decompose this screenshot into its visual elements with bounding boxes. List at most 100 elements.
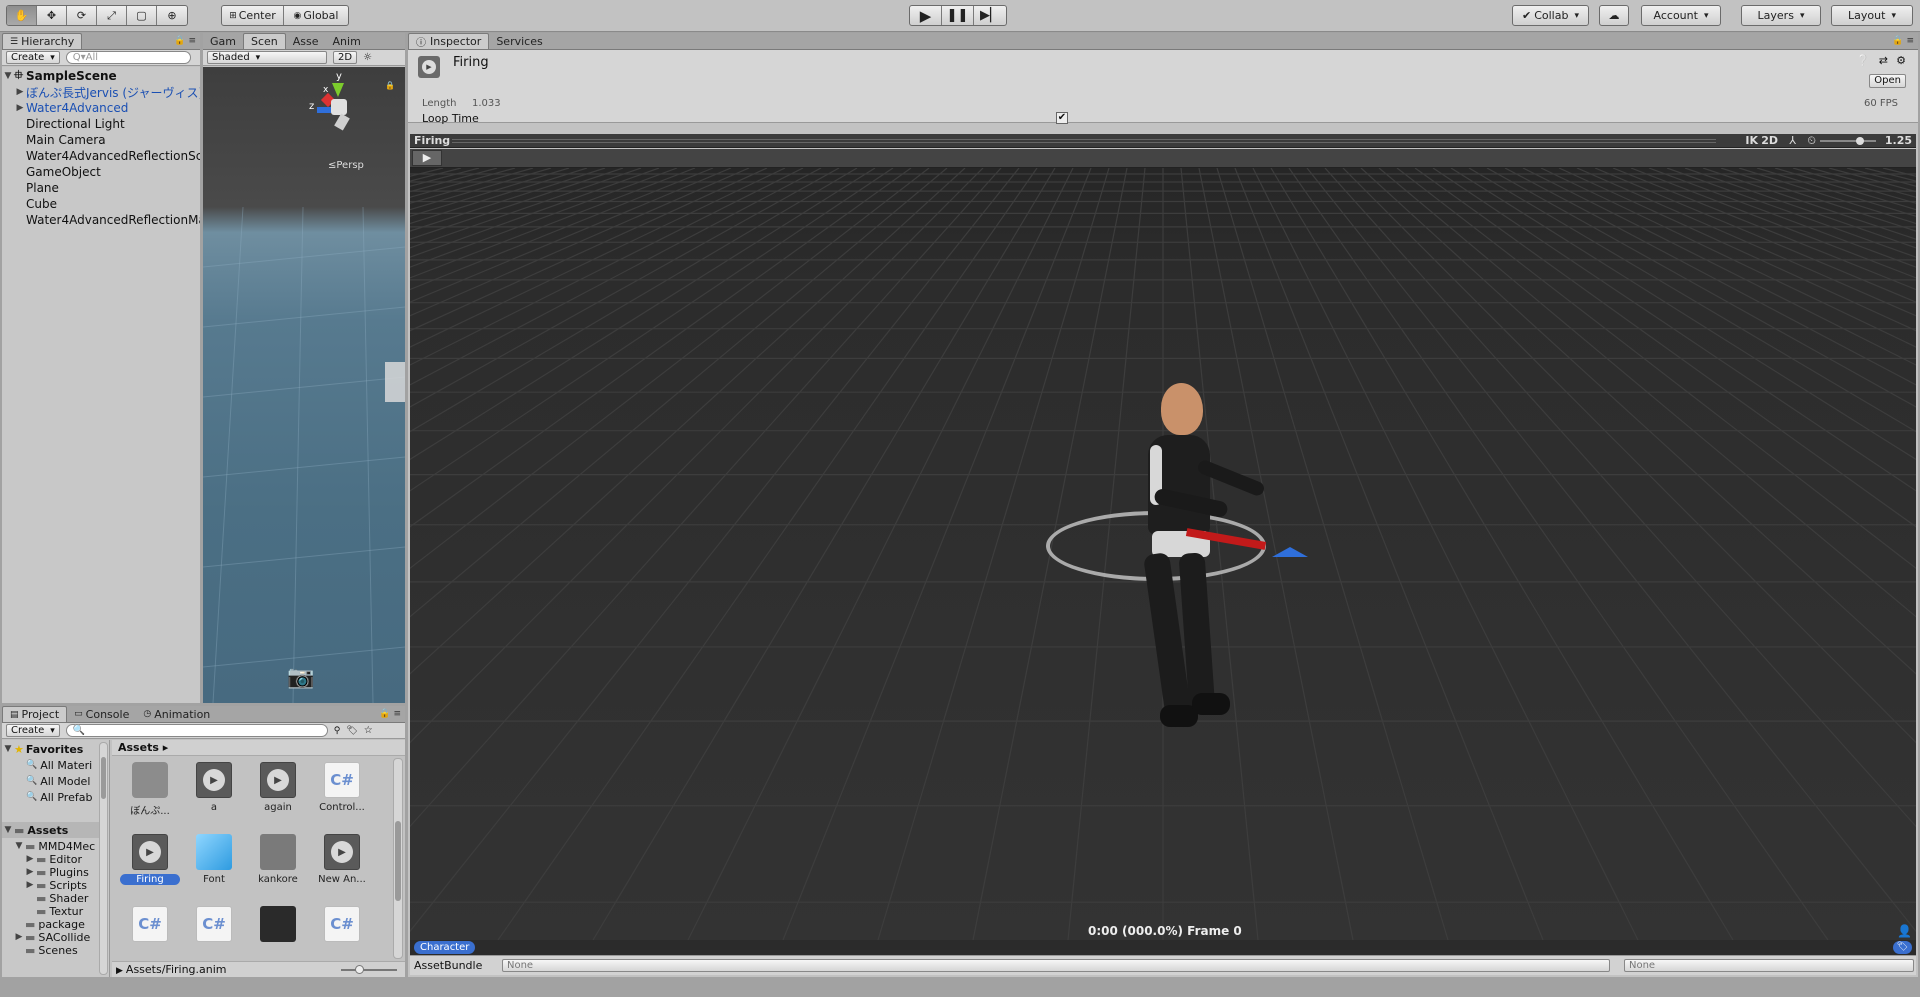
asset-item[interactable]: Font (184, 834, 244, 885)
tab-inspector[interactable]: ⓘ Inspector (408, 33, 490, 49)
hierarchy-item[interactable]: Directional Light (2, 116, 125, 132)
filter-label-icon[interactable]: 🏷 (346, 726, 357, 736)
favorites-row[interactable]: ▼ ★ Favorites (2, 741, 84, 757)
pivot-icon[interactable]: ⅄ (1789, 134, 1796, 147)
rotate-tool-button[interactable]: ⟳ (67, 6, 97, 25)
hierarchy-item[interactable]: Water4AdvancedReflectionSc (2, 148, 200, 164)
favorites-item[interactable]: 🔍 All Materi (2, 757, 92, 773)
icon-size-slider-thumb[interactable] (355, 965, 364, 974)
asset-item[interactable]: ▶ a (184, 762, 244, 813)
speed-slider[interactable] (1820, 137, 1876, 145)
project-search-input[interactable]: 🔍 (65, 724, 328, 737)
expand-triangle-icon[interactable]: ▶ (24, 854, 36, 864)
scene-row[interactable]: ▼ ⯐ SampleScene (2, 68, 117, 84)
open-button[interactable]: Open (1869, 74, 1906, 88)
breadcrumb-assets[interactable]: Assets ▸ (118, 741, 168, 754)
2d-toggle[interactable]: 2D (333, 51, 358, 64)
tab-console[interactable]: ▭ Console (67, 706, 136, 722)
tree-scrollbar-thumb[interactable] (101, 757, 106, 799)
tab-scene[interactable]: Scen (242, 33, 286, 49)
pause-button[interactable]: ❚❚ (942, 6, 974, 25)
pivot-global-button[interactable]: ◉ Global (284, 6, 348, 25)
tab-hierarchy[interactable]: ☰ Hierarchy (2, 33, 83, 49)
scale-tool-button[interactable]: ⤢ (97, 6, 127, 25)
cloud-button[interactable]: ☁ (1600, 6, 1628, 25)
transform-tool-button[interactable]: ⊕ (157, 6, 187, 25)
tab-services[interactable]: Services (489, 33, 549, 49)
rect-tool-button[interactable]: ▢ (127, 6, 157, 25)
panel-menu-icon[interactable]: 🔒 ≡ (174, 36, 196, 46)
scene-viewport[interactable]: y x z 🔒 ≤Persp 📷 (203, 67, 405, 703)
animation-preview-viewport[interactable]: 0:00 (000.0%) Frame 0 👤 (410, 168, 1916, 940)
asset-item[interactable]: C# (120, 906, 180, 946)
gear-icon[interactable]: ⚙ (1896, 54, 1906, 67)
asset-item[interactable]: ▶ New An... (312, 834, 372, 885)
asset-folder-row[interactable]: ▬ Scenes (2, 942, 78, 958)
persp-label[interactable]: ≤Persp (328, 160, 364, 171)
project-panel-menu-icon[interactable]: 🔒 ≡ (379, 709, 401, 719)
ik-toggle[interactable]: IK (1745, 134, 1758, 147)
icon-size-slider[interactable] (341, 965, 397, 974)
tree-scrollbar[interactable] (99, 742, 108, 975)
hierarchy-item[interactable]: Water4AdvancedReflectionMa (2, 212, 200, 228)
hierarchy-item[interactable]: Plane (2, 180, 59, 196)
expand-triangle-icon[interactable]: ▶ (14, 87, 26, 97)
layout-dropdown[interactable]: Layout (1832, 6, 1912, 25)
hierarchy-create-button[interactable]: Create (6, 51, 60, 64)
favorites-item[interactable]: 🔍 All Prefab (2, 789, 92, 805)
help-icon[interactable]: ❔ (1856, 54, 1870, 67)
assetbundle-name-dropdown[interactable]: None (502, 959, 1610, 972)
preview-drag-bar[interactable] (452, 139, 1716, 143)
expand-triangle-icon[interactable]: ▶ (13, 932, 25, 942)
expand-triangle-icon[interactable]: ▼ (2, 744, 14, 754)
account-dropdown[interactable]: Account (1642, 6, 1720, 25)
camera-icon[interactable]: 📷 (287, 665, 314, 690)
sun-icon[interactable]: ☼ (363, 52, 372, 63)
hierarchy-item[interactable]: GameObject (2, 164, 101, 180)
asset-item[interactable]: ▶ again (248, 762, 308, 813)
grid-scrollbar[interactable] (393, 758, 403, 959)
hierarchy-search-input[interactable]: Q▾All (65, 51, 191, 64)
avatar-icon[interactable]: 👤 (1897, 924, 1912, 938)
scene-gizmo[interactable]: y x z (299, 71, 369, 141)
favorites-item[interactable]: 🔍 All Model (2, 773, 90, 789)
shading-mode-dropdown[interactable]: Shaded (207, 51, 327, 64)
tab-game[interactable]: Gam (203, 33, 243, 49)
inspector-panel-menu-icon[interactable]: 🔒 ≡ (1892, 36, 1914, 46)
character-model[interactable] (1046, 383, 1308, 823)
label-tag-icon[interactable]: 🏷 (1892, 941, 1912, 954)
asset-item[interactable]: ▶ Firing (120, 834, 180, 885)
loop-time-checkbox[interactable]: ✔ (1056, 112, 1068, 124)
expand-triangle-icon[interactable]: ▶ (24, 880, 36, 890)
asset-item[interactable]: C# (184, 906, 244, 946)
asset-item[interactable]: C# Control... (312, 762, 372, 813)
asset-item[interactable]: ぼんぷ... (120, 762, 180, 817)
tab-project[interactable]: ▤ Project (2, 706, 68, 722)
hierarchy-item[interactable]: ▶ Water4Advanced (2, 100, 129, 116)
preset-icon[interactable]: ⇄ (1879, 54, 1888, 67)
hand-tool-button[interactable]: ✋ (7, 6, 37, 25)
preview-play-button[interactable]: ▶ (412, 150, 442, 166)
expand-triangle-icon[interactable]: ▶ (14, 103, 26, 113)
asset-item[interactable] (248, 906, 308, 946)
project-create-button[interactable]: Create (6, 724, 60, 737)
star-icon[interactable]: ☆ (364, 725, 373, 736)
pivot-center-button[interactable]: ⊞ Center (222, 6, 284, 25)
speed-icon[interactable]: ⏲ (1807, 134, 1816, 148)
character-badge[interactable]: Character (414, 941, 476, 954)
filter-type-icon[interactable]: ⚲ (334, 726, 341, 736)
tab-asset-store[interactable]: Asse (286, 33, 326, 49)
expand-triangle-icon[interactable]: ▼ (2, 71, 14, 81)
collab-button[interactable]: ✔ Collab (1513, 6, 1588, 25)
step-button[interactable]: ▶▏ (974, 6, 1006, 25)
assets-root-row[interactable]: ▼ ▬ Assets (2, 822, 102, 838)
asset-item[interactable]: C# (312, 906, 372, 946)
tab-animator[interactable]: Anim (326, 33, 368, 49)
expand-triangle-icon[interactable]: ▼ (2, 825, 14, 835)
scene-lock-icon[interactable]: 🔒 (385, 81, 395, 90)
layers-dropdown[interactable]: Layers (1742, 6, 1820, 25)
hierarchy-item[interactable]: Cube (2, 196, 57, 212)
assetbundle-variant-dropdown[interactable]: None (1624, 959, 1914, 972)
play-button[interactable]: ▶ (910, 6, 942, 25)
speed-slider-thumb[interactable] (1856, 137, 1864, 145)
